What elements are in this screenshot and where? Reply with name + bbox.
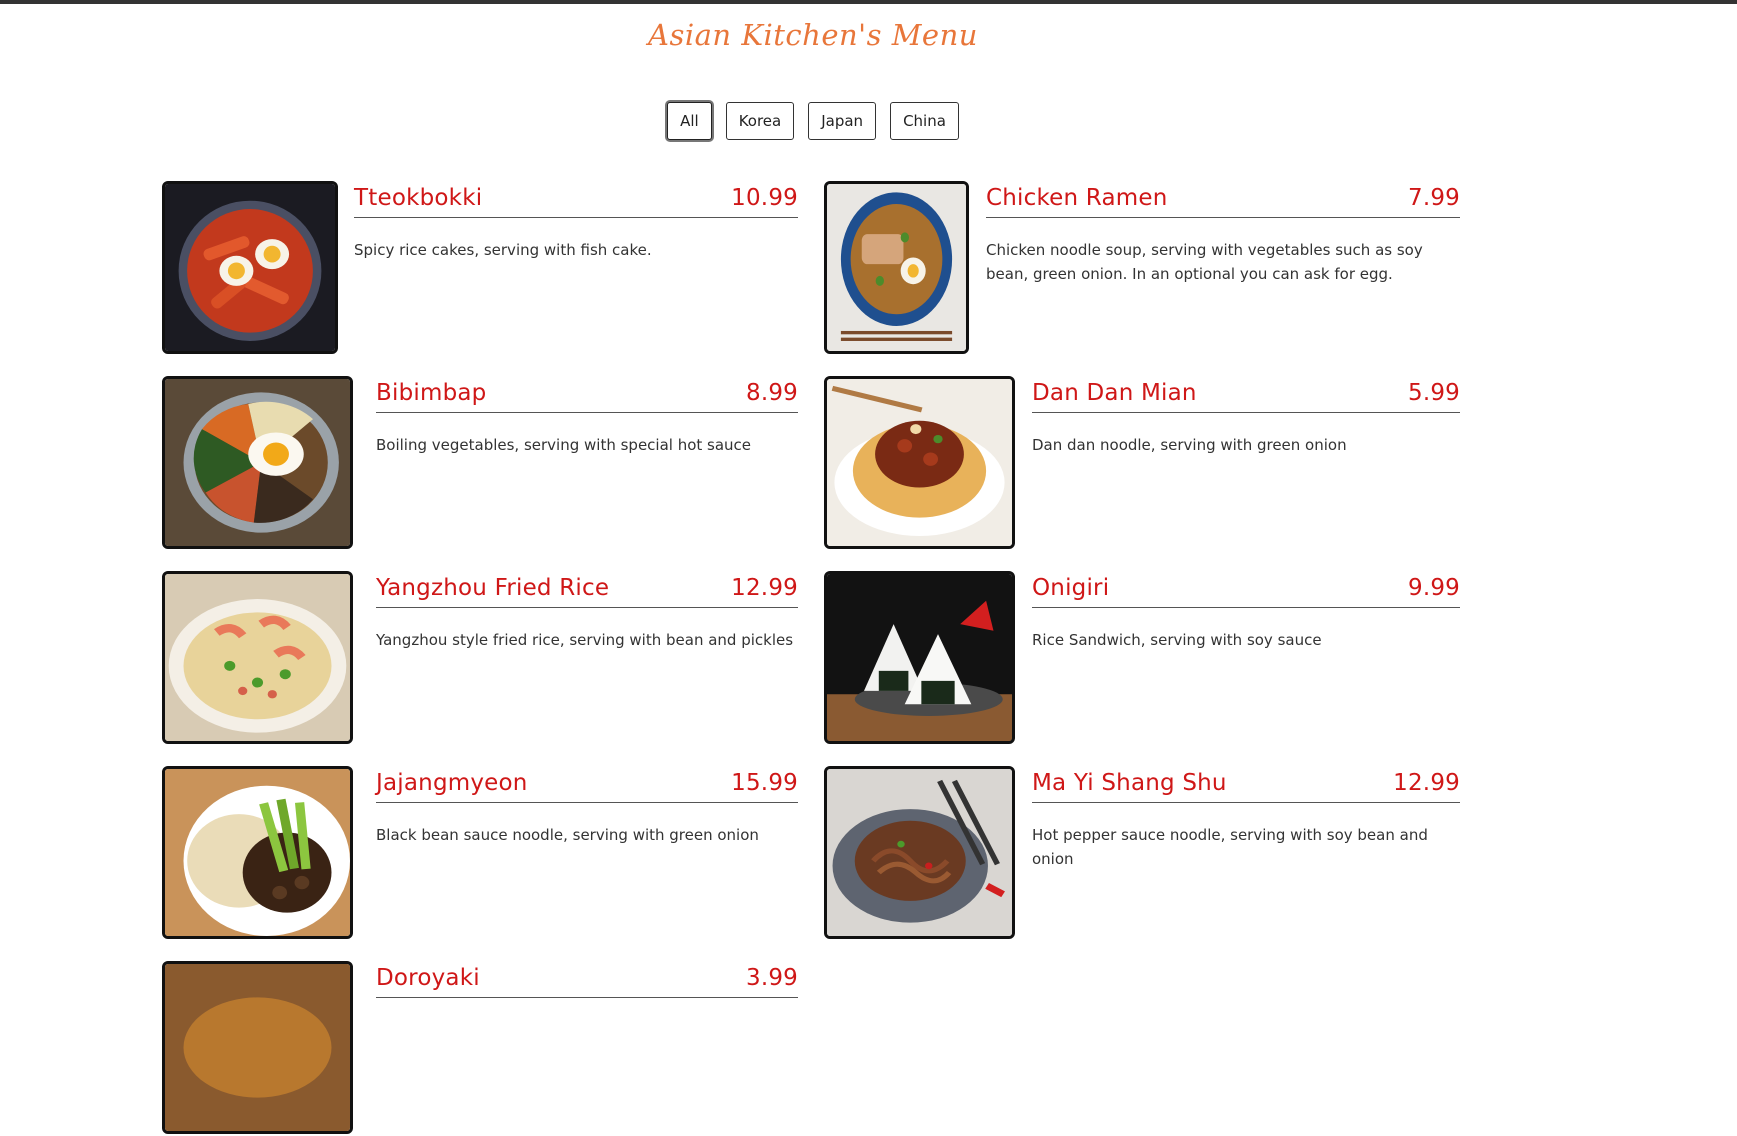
- food-image-yangzhou-fried-rice: [162, 571, 353, 744]
- item-name: Dan Dan Mian: [1032, 380, 1197, 406]
- filter-all-button[interactable]: All: [667, 102, 712, 140]
- item-price: 10.99: [731, 185, 798, 211]
- food-image-onigiri: [824, 571, 1015, 744]
- item-price: 12.99: [1393, 770, 1460, 796]
- menu-item: Chicken Ramen 7.99 Chicken noodle soup, …: [824, 181, 1460, 356]
- menu-item: Jajangmyeon 15.99 Black bean sauce noodl…: [162, 766, 798, 941]
- food-image-doroyaki: [162, 961, 353, 1134]
- item-description: Boiling vegetables, serving with special…: [376, 436, 752, 454]
- item-description: Chicken noodle soup, serving with vegeta…: [986, 241, 1423, 283]
- item-price: 3.99: [745, 965, 798, 991]
- menu-item: Ma Yi Shang Shu 12.99 Hot pepper sauce n…: [824, 766, 1460, 941]
- food-image-tteokbokki: [162, 181, 338, 354]
- food-image-chicken-ramen: [824, 181, 969, 354]
- item-name: Yangzhou Fried Rice: [376, 575, 610, 601]
- item-price: 12.99: [731, 575, 798, 601]
- menu-item: Doroyaki 3.99: [162, 961, 798, 1136]
- item-name: Chicken Ramen: [986, 185, 1168, 211]
- food-image-jajangmyeon: [162, 766, 353, 939]
- item-description: Yangzhou style fried rice, serving with …: [376, 631, 794, 649]
- item-price: 9.99: [1407, 575, 1460, 601]
- filter-korea-button[interactable]: Korea: [725, 102, 795, 140]
- food-image-ma-yi-shang-shu: [824, 766, 1015, 939]
- item-name: Tteokbokki: [354, 185, 483, 211]
- filter-china-button[interactable]: China: [890, 102, 959, 140]
- top-bar: [0, 0, 1737, 4]
- menu-item: Dan Dan Mian 5.99 Dan dan noodle, servin…: [824, 376, 1460, 551]
- item-name: Bibimbap: [376, 380, 487, 406]
- item-description: Black bean sauce noodle, serving with gr…: [376, 826, 759, 844]
- menu-item: Yangzhou Fried Rice 12.99 Yangzhou style…: [162, 571, 798, 746]
- food-image-bibimbap: [162, 376, 353, 549]
- item-description: Spicy rice cakes, serving with fish cake…: [354, 241, 652, 259]
- item-description: Dan dan noodle, serving with green onion: [1032, 436, 1347, 454]
- item-name: Onigiri: [1032, 575, 1110, 601]
- category-filters: All Korea Japan China: [0, 102, 1626, 140]
- menu-item: Onigiri 9.99 Rice Sandwich, serving with…: [824, 571, 1460, 746]
- filter-japan-button[interactable]: Japan: [808, 102, 877, 140]
- item-name: Ma Yi Shang Shu: [1032, 770, 1227, 796]
- item-price: 15.99: [731, 770, 798, 796]
- item-description: Rice Sandwich, serving with soy sauce: [1032, 631, 1322, 649]
- menu-item: Tteokbokki 10.99 Spicy rice cakes, servi…: [162, 181, 798, 356]
- item-price: 8.99: [745, 380, 798, 406]
- food-image-dan-dan-mian: [824, 376, 1015, 549]
- menu-item: Bibimbap 8.99 Boiling vegetables, servin…: [162, 376, 798, 551]
- page-title: Asian Kitchen's Menu: [648, 18, 978, 52]
- item-price: 5.99: [1407, 380, 1460, 406]
- item-price: 7.99: [1407, 185, 1460, 211]
- item-name: Doroyaki: [376, 965, 480, 991]
- item-description: Hot pepper sauce noodle, serving with so…: [1032, 826, 1428, 868]
- item-name: Jajangmyeon: [376, 770, 528, 796]
